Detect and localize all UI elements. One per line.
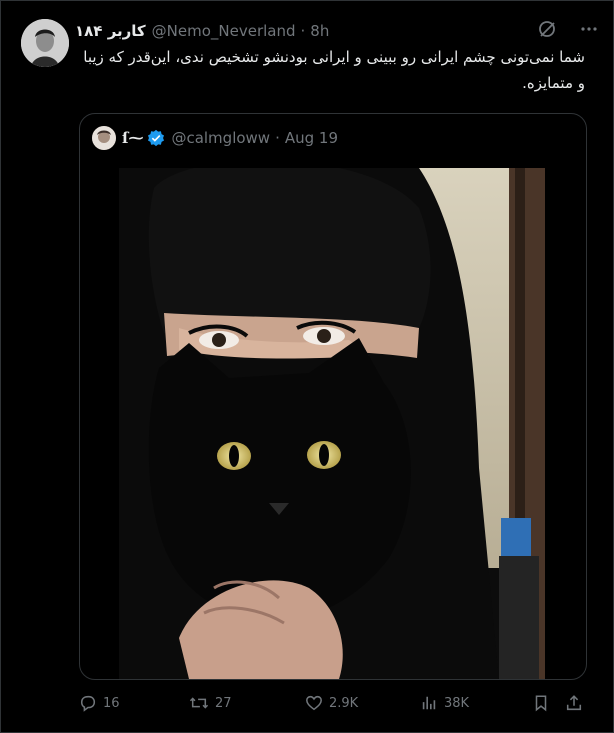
quoted-author-name[interactable]: ſ⁓: [122, 129, 143, 147]
reply-button[interactable]: 16: [79, 690, 120, 716]
post-time[interactable]: 8h: [310, 22, 329, 40]
photo-girl-with-black-cat: [119, 168, 545, 679]
like-button[interactable]: 2.9K: [305, 690, 358, 716]
like-icon: [306, 695, 322, 711]
author-handle[interactable]: @Nemo_Neverland: [152, 22, 296, 40]
quoted-post-photo[interactable]: [119, 168, 545, 679]
quoted-post-date[interactable]: Aug 19: [285, 129, 338, 147]
separator-dot: ·: [300, 22, 306, 40]
quoted-author-handle[interactable]: @calmgloww: [171, 129, 270, 147]
views-icon: [422, 696, 436, 710]
grok-icon[interactable]: [536, 18, 558, 40]
more-icon[interactable]: [578, 18, 600, 40]
verified-icon: [148, 129, 165, 147]
quoted-post[interactable]: ſ⁓ @calmgloww · Aug 19: [79, 113, 587, 680]
author-avatar[interactable]: [21, 19, 69, 67]
post-top-actions: [536, 18, 600, 40]
views-count: 38K: [444, 695, 470, 711]
quoted-post-header: ſ⁓ @calmgloww · Aug 19: [92, 126, 338, 150]
repost-icon: [189, 697, 209, 709]
reply-count: 16: [103, 695, 120, 711]
quoted-author-avatar[interactable]: [92, 126, 116, 150]
repost-button[interactable]: 27: [189, 690, 232, 716]
separator-dot: ·: [275, 129, 280, 147]
post-text: شما نمی‌تونی چشم ایرانی رو ببینی و ایران…: [83, 48, 585, 92]
bookmark-icon: [535, 695, 547, 712]
views-button[interactable]: 38K: [420, 690, 469, 716]
author-name[interactable]: کاربر ۱۸۴: [75, 22, 146, 40]
post-action-bar: 16 27 2.9K 38K: [79, 690, 585, 716]
post-header: کاربر ۱۸۴ @Nemo_Neverland · 8h: [75, 20, 329, 42]
share-button[interactable]: [565, 690, 589, 716]
share-icon: [566, 695, 582, 711]
like-count: 2.9K: [329, 695, 359, 711]
reply-icon: [80, 695, 96, 712]
repost-count: 27: [215, 695, 232, 711]
bookmark-button[interactable]: [532, 690, 556, 716]
